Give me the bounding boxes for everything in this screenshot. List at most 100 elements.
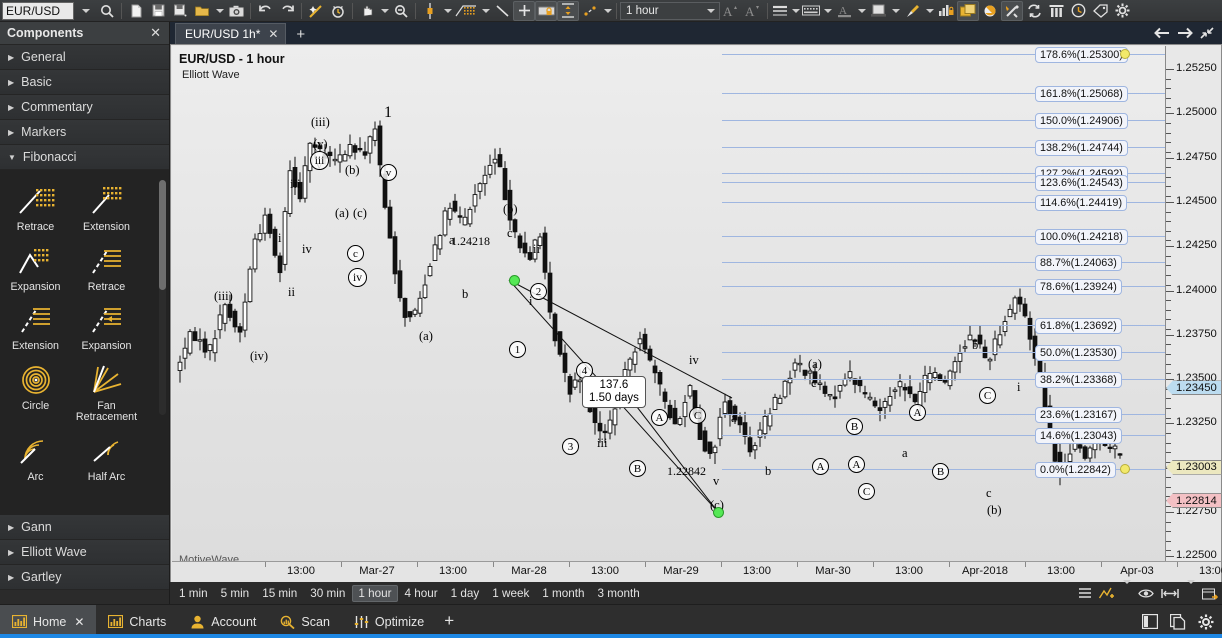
plus-icon[interactable]	[513, 0, 535, 21]
bottom-nav-account[interactable]: Account	[178, 605, 268, 638]
history-icon[interactable]	[1067, 1, 1089, 21]
timeframe-button-1-hour[interactable]: 1 hour	[352, 584, 398, 602]
save-icon[interactable]	[147, 1, 169, 21]
close-icon[interactable]: ✕	[150, 25, 161, 41]
chart-plot-area[interactable]: EUR/USD - 1 hour Elliott Wave 178.6%(1.2…	[172, 46, 1165, 574]
lines-icon[interactable]	[771, 1, 789, 21]
chevron-down-icon[interactable]	[1186, 580, 1195, 602]
refresh-icon[interactable]	[1023, 1, 1045, 21]
tools-icon[interactable]	[1001, 0, 1023, 21]
timeframe-button-1-week[interactable]: 1 week	[486, 585, 535, 602]
text-color-dropdown-icon[interactable]	[855, 1, 867, 21]
sidebar-group-gann[interactable]: ▶ Gann	[0, 515, 169, 540]
chart-panel[interactable]: EUR/USD - 1 hour Elliott Wave 178.6%(1.2…	[170, 44, 1222, 604]
new-icon[interactable]	[125, 1, 147, 21]
bottom-nav-scan[interactable]: Scan	[268, 605, 342, 638]
zoom-out-icon[interactable]	[390, 1, 412, 21]
grid-dropdown-icon[interactable]	[479, 1, 491, 21]
hand-icon[interactable]	[356, 1, 378, 21]
save-as-icon[interactable]	[169, 1, 191, 21]
fib-level-label[interactable]: 50.0%(1.23530)	[1035, 345, 1122, 361]
fib-tool-retrace[interactable]: Retrace	[0, 178, 71, 238]
timeframe-button-1-month[interactable]: 1 month	[536, 585, 590, 602]
gear-icon[interactable]	[1111, 1, 1133, 21]
sidebar-group-elliott-wave[interactable]: ▶ Elliott Wave	[0, 540, 169, 565]
redo-icon[interactable]	[276, 1, 298, 21]
open-dropdown-icon[interactable]	[213, 1, 225, 21]
fib-level-label[interactable]: 114.6%(1.24419)	[1035, 195, 1128, 211]
timeframe-button-15-min[interactable]: 15 min	[256, 585, 303, 602]
open-icon[interactable]	[191, 1, 213, 21]
back-arrow-icon[interactable]	[1154, 27, 1170, 39]
timeframe-button-5-min[interactable]: 5 min	[215, 585, 256, 602]
fib-level-label[interactable]: 161.8%(1.25068)	[1035, 86, 1128, 102]
keyboard-icon[interactable]	[801, 1, 821, 21]
magic-wand-icon[interactable]	[305, 1, 327, 21]
symbol-input[interactable]: EUR/USD	[2, 1, 74, 20]
camera-icon[interactable]	[225, 1, 247, 21]
lines-dropdown-icon[interactable]	[789, 1, 801, 21]
fib-level-label[interactable]: 178.6%(1.25300)	[1035, 47, 1128, 63]
link-icon[interactable]	[579, 1, 601, 21]
font-increase-icon[interactable]: A	[720, 1, 742, 21]
text-color-icon[interactable]: A	[833, 1, 855, 21]
calendar-icon[interactable]	[1202, 587, 1218, 600]
sidebar-group-general[interactable]: ▶ General	[0, 45, 169, 70]
fib-level-label[interactable]: 61.8%(1.23692)	[1035, 318, 1122, 334]
crosshair-icon[interactable]	[419, 1, 441, 21]
timeframe-button-1-day[interactable]: 1 day	[445, 585, 486, 602]
gear-icon[interactable]	[1198, 614, 1214, 630]
eye-icon[interactable]	[1138, 588, 1154, 599]
list-icon[interactable]	[1078, 587, 1092, 599]
scrollbar-thumb[interactable]	[159, 180, 166, 290]
tag-icon[interactable]	[1089, 1, 1111, 21]
copy-icon[interactable]	[1170, 613, 1186, 630]
keyboard-dropdown-icon[interactable]	[821, 1, 833, 21]
vertical-fit-icon[interactable]	[557, 0, 579, 21]
search-icon[interactable]	[96, 1, 118, 21]
fib-tool-fan-retracement[interactable]: Fan Retracement	[71, 357, 142, 428]
panel-icon[interactable]	[1142, 614, 1158, 629]
add-workspace-button[interactable]: +	[444, 611, 454, 632]
brush-dropdown-icon[interactable]	[923, 1, 935, 21]
fib-level-label[interactable]: 23.6%(1.23167)	[1035, 407, 1122, 423]
sidebar-group-basic[interactable]: ▶ Basic	[0, 70, 169, 95]
timeframe-select[interactable]: 1 hour	[620, 1, 720, 20]
columns-icon[interactable]	[1045, 1, 1067, 21]
fib-anchor-point[interactable]	[713, 507, 724, 518]
bar-lock-icon[interactable]	[935, 1, 957, 21]
grid-icon[interactable]	[453, 1, 479, 21]
tab-eurusd-1h[interactable]: EUR/USD 1h* ✕	[175, 23, 287, 44]
symbol-dropdown-icon[interactable]	[74, 1, 96, 21]
fib-tool-expansion[interactable]: Expansion	[0, 238, 71, 298]
close-icon[interactable]: ✕	[268, 27, 278, 41]
add-study-icon[interactable]	[1099, 587, 1115, 600]
sidebar-group-gartley[interactable]: ▶ Gartley	[0, 565, 169, 590]
fib-tool-retrace[interactable]: Retrace	[71, 238, 142, 298]
timeframe-button-3-month[interactable]: 3 month	[592, 585, 646, 602]
fib-tool-circle[interactable]: Circle	[0, 357, 71, 428]
bottom-nav-charts[interactable]: Charts	[96, 605, 178, 638]
window-dropdown-icon[interactable]	[889, 1, 901, 21]
fib-level-label[interactable]: 14.6%(1.23043)	[1035, 428, 1122, 444]
lock-icon[interactable]	[535, 0, 557, 21]
fib-level-label[interactable]: 150.0%(1.24906)	[1035, 113, 1128, 129]
line-icon[interactable]	[491, 1, 513, 21]
time-axis[interactable]: 13:00 Mar-27 13:00 Mar-28 13:00 Mar-29 13:00 Ma…	[172, 561, 1222, 582]
resize-icon[interactable]	[1161, 588, 1179, 599]
fib-level-label[interactable]: 78.6%(1.23924)	[1035, 279, 1122, 295]
fib-tool-extension[interactable]: Extension	[71, 178, 142, 238]
close-icon[interactable]: ✕	[74, 615, 84, 629]
sidebar-group-markers[interactable]: ▶ Markers	[0, 120, 169, 145]
alarm-icon[interactable]	[327, 1, 349, 21]
fib-tool-extension[interactable]: Extension	[0, 297, 71, 357]
fib-level-label[interactable]: 138.2%(1.24744)	[1035, 140, 1128, 156]
price-axis[interactable]: 1.25250 1.25000 1.24750 1.24500 1.24250 1.240…	[1165, 46, 1222, 596]
fib-tool-arc[interactable]: Arc	[0, 428, 71, 488]
brush-icon[interactable]	[901, 1, 923, 21]
bottom-nav-optimize[interactable]: Optimize	[342, 605, 436, 638]
fib-level-label[interactable]: 0.0%(1.22842)	[1035, 462, 1116, 478]
fib-level-label[interactable]: 123.6%(1.24543)	[1035, 175, 1128, 191]
link-dropdown-icon[interactable]	[601, 1, 613, 21]
moon-icon[interactable]	[979, 1, 1001, 21]
